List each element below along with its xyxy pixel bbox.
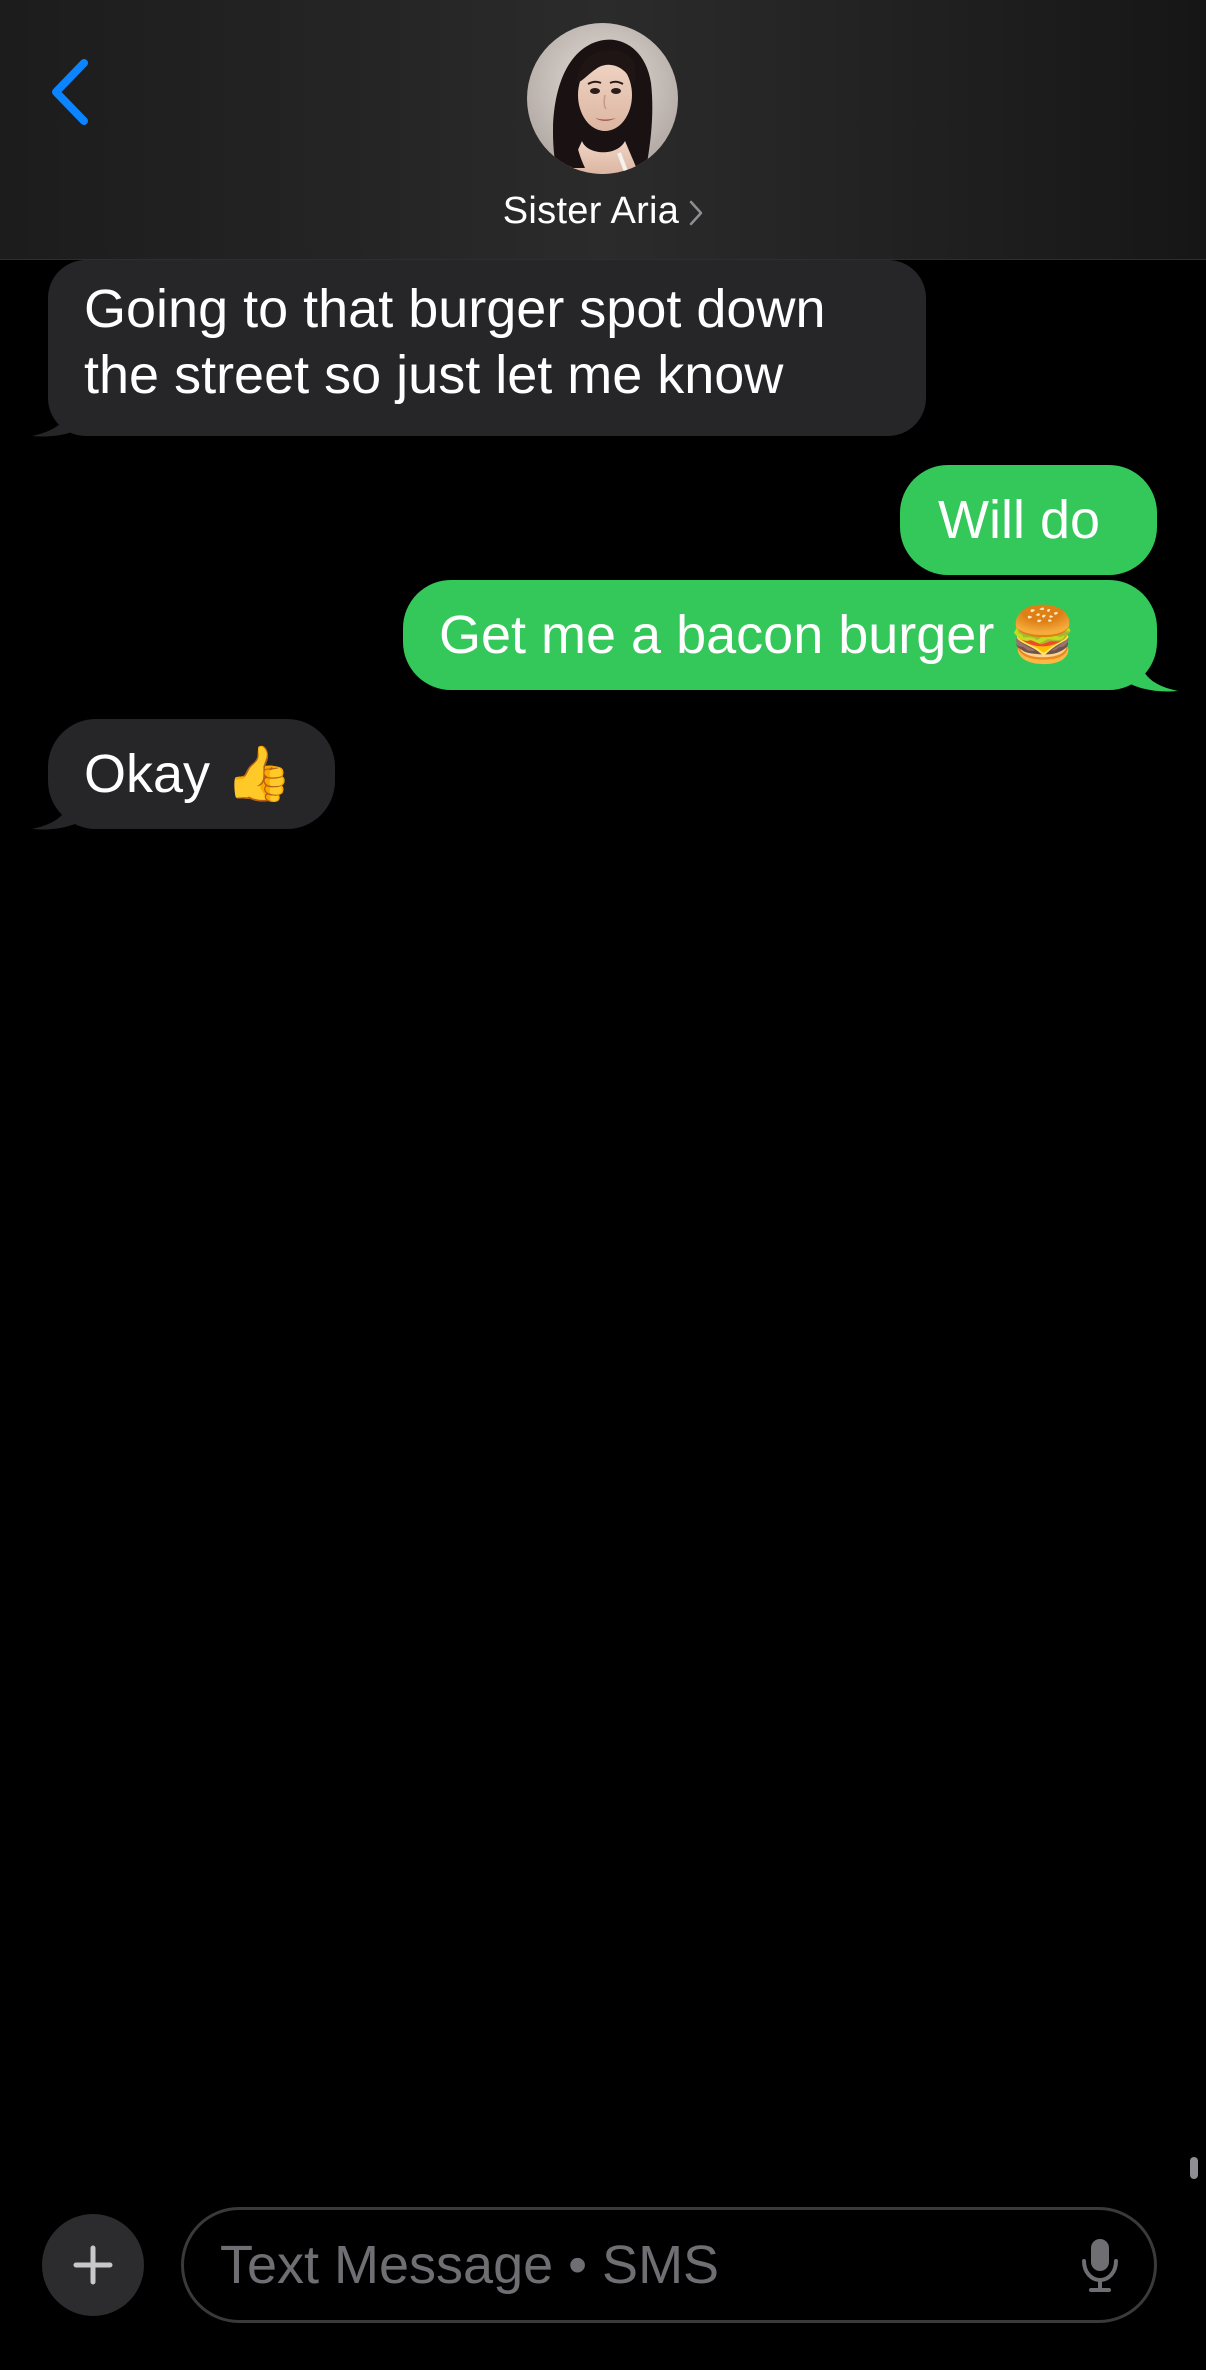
- plus-icon: [73, 2245, 113, 2285]
- avatar[interactable]: [527, 23, 678, 174]
- message-text: Get me a bacon burger: [439, 605, 995, 665]
- microphone-icon: [1082, 2239, 1118, 2292]
- add-attachment-button[interactable]: [42, 2214, 144, 2316]
- hamburger-emoji: 🍔: [1009, 603, 1077, 666]
- message-bubble-incoming[interactable]: Okay 👍: [48, 719, 335, 829]
- message-text-line: Going to that burger spot down: [84, 279, 826, 339]
- message-text: Okay: [84, 744, 211, 804]
- dictation-button[interactable]: [1070, 2232, 1130, 2298]
- message-field[interactable]: [181, 2207, 1157, 2323]
- contact-name: Sister Aria: [502, 189, 680, 232]
- thumbs-up-emoji: 👍: [225, 742, 293, 805]
- conversation-header: Sister Aria: [0, 0, 1206, 260]
- contact-details-link[interactable]: Sister Aria: [0, 186, 1206, 236]
- message-bubble-outgoing[interactable]: Will do: [900, 465, 1157, 575]
- message-text-line: the street so just let me know: [84, 345, 784, 405]
- chevron-right-icon: [689, 200, 703, 226]
- scroll-indicator[interactable]: [1190, 2157, 1198, 2179]
- message-bubble-incoming[interactable]: Going to that burger spot down the stree…: [48, 260, 926, 436]
- back-button[interactable]: [40, 52, 100, 132]
- message-input[interactable]: [220, 2210, 1040, 2320]
- contact-avatar-image: [527, 23, 678, 174]
- message-text: Will do: [938, 490, 1101, 550]
- message-bubble-outgoing[interactable]: Get me a bacon burger 🍔: [403, 580, 1157, 690]
- chevron-left-icon: [52, 59, 88, 125]
